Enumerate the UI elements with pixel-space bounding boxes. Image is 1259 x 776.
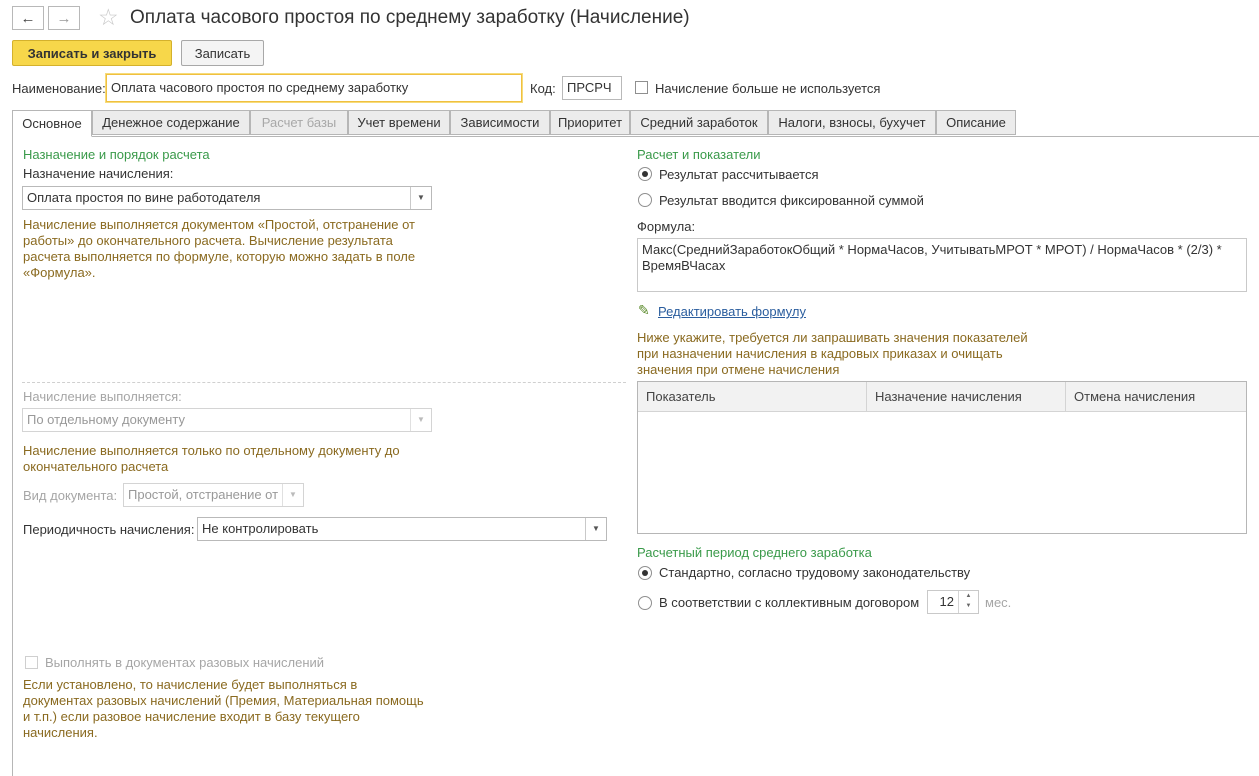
months-value: 12 bbox=[939, 594, 954, 609]
chevron-down-icon[interactable]: ▼ bbox=[410, 187, 431, 209]
page-title: Оплата часового простоя по среднему зара… bbox=[130, 7, 690, 28]
radio-standard[interactable] bbox=[638, 566, 652, 580]
one-time-checkbox bbox=[25, 656, 38, 669]
code-label: Код: bbox=[530, 81, 556, 96]
months-stepper[interactable]: 12 ▲ ▼ bbox=[927, 590, 979, 614]
one-time-label: Выполнять в документах разовых начислени… bbox=[45, 655, 325, 670]
column-header-indicator[interactable]: Показатель bbox=[638, 382, 867, 412]
doc-kind-value: Простой, отстранение от р bbox=[128, 487, 289, 502]
code-input[interactable]: ПРСРЧ bbox=[562, 76, 622, 100]
tab-monetary[interactable]: Денежное содержание bbox=[92, 110, 250, 135]
periodicity-select[interactable]: Не контролировать ▼ bbox=[197, 517, 607, 541]
purpose-hint: Начисление выполняется документом «Прост… bbox=[23, 217, 416, 280]
back-arrow-icon: ← bbox=[20, 9, 36, 27]
name-label: Наименование: bbox=[12, 81, 106, 96]
executed-select: По отдельному документу ▼ bbox=[22, 408, 432, 432]
save-and-close-button[interactable]: Записать и закрыть bbox=[12, 40, 172, 66]
name-input[interactable]: Оплата часового простоя по среднему зара… bbox=[106, 74, 522, 102]
pencil-icon: ✎ bbox=[638, 302, 650, 318]
chevron-down-icon: ▼ bbox=[410, 409, 431, 431]
radio-fixed[interactable] bbox=[638, 193, 652, 207]
period-section-title: Расчетный период среднего заработка bbox=[637, 545, 872, 560]
save-button[interactable]: Записать bbox=[181, 40, 264, 66]
column-header-assignment[interactable]: Назначение начисления bbox=[867, 382, 1066, 412]
executed-label: Начисление выполняется: bbox=[23, 389, 182, 404]
tab-time-accounting[interactable]: Учет времени bbox=[348, 110, 450, 135]
favorite-star-icon[interactable]: ☆ bbox=[98, 4, 119, 31]
radio-fixed-label: Результат вводится фиксированной суммой bbox=[659, 193, 924, 208]
tab-taxes[interactable]: Налоги, взносы, бухучет bbox=[768, 110, 936, 135]
tab-bar: Основное Денежное содержание Расчет базы… bbox=[12, 110, 1259, 137]
periodicity-label: Периодичность начисления: bbox=[23, 522, 195, 537]
unused-checkbox[interactable] bbox=[635, 81, 648, 94]
forward-button[interactable]: → bbox=[48, 6, 80, 30]
edit-formula-link[interactable]: Редактировать формулу bbox=[658, 304, 806, 319]
tab-base-calc: Расчет базы bbox=[250, 110, 348, 135]
indicators-hint: Ниже укажите, требуется ли запрашивать з… bbox=[637, 330, 1028, 377]
divider bbox=[22, 382, 626, 383]
executed-value: По отдельному документу bbox=[27, 412, 185, 427]
doc-kind-select: Простой, отстранение от р ▼ bbox=[123, 483, 304, 507]
forward-arrow-icon: → bbox=[56, 9, 72, 27]
purpose-label: Назначение начисления: bbox=[23, 166, 174, 181]
back-button[interactable]: ← bbox=[12, 6, 44, 30]
purpose-section-title: Назначение и порядок расчета bbox=[23, 147, 210, 162]
radio-calculated[interactable] bbox=[638, 167, 652, 181]
formula-label: Формула: bbox=[637, 219, 696, 234]
chevron-down-icon: ▼ bbox=[282, 484, 303, 506]
chevron-down-icon[interactable]: ▼ bbox=[585, 518, 606, 540]
one-time-hint: Если установлено, то начисление будет вы… bbox=[23, 677, 424, 740]
months-unit: мес. bbox=[985, 595, 1012, 610]
tab-main[interactable]: Основное bbox=[12, 110, 92, 137]
periodicity-value: Не контролировать bbox=[202, 521, 319, 536]
radio-collective-label: В соответствии с коллективным договором bbox=[659, 595, 920, 610]
doc-kind-label: Вид документа: bbox=[23, 488, 118, 503]
tab-description[interactable]: Описание bbox=[936, 110, 1016, 135]
stepper-arrows-icon[interactable]: ▲ ▼ bbox=[958, 591, 978, 613]
formula-textarea[interactable]: Макс(СреднийЗаработокОбщий * НормаЧасов,… bbox=[637, 238, 1247, 292]
radio-collective[interactable] bbox=[638, 596, 652, 610]
executed-hint: Начисление выполняется только по отдельн… bbox=[23, 443, 400, 474]
tab-priority[interactable]: Приоритет bbox=[550, 110, 630, 135]
indicators-table[interactable]: Показатель Назначение начисления Отмена … bbox=[637, 381, 1247, 534]
column-header-cancel[interactable]: Отмена начисления bbox=[1066, 382, 1246, 412]
purpose-value: Оплата простоя по вине работодателя bbox=[27, 190, 261, 205]
radio-standard-label: Стандартно, согласно трудовому законодат… bbox=[659, 565, 971, 580]
radio-calculated-label: Результат рассчитывается bbox=[659, 167, 819, 182]
calc-section-title: Расчет и показатели bbox=[637, 147, 761, 162]
tab-dependencies[interactable]: Зависимости bbox=[450, 110, 550, 135]
unused-label: Начисление больше не используется bbox=[655, 81, 881, 96]
purpose-select[interactable]: Оплата простоя по вине работодателя ▼ bbox=[22, 186, 432, 210]
panel-border bbox=[12, 136, 13, 776]
tab-average-earnings[interactable]: Средний заработок bbox=[630, 110, 768, 135]
